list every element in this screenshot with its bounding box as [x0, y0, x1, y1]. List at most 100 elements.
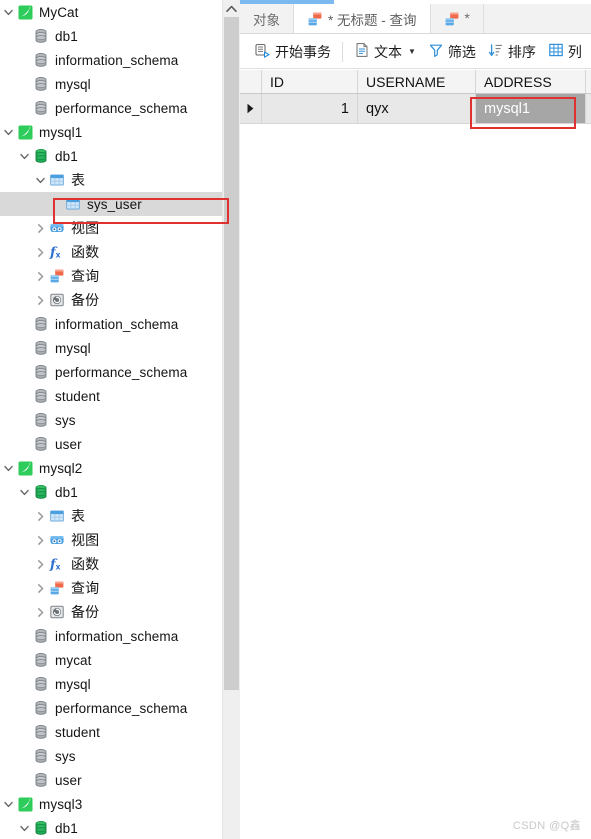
tree-item-mysql1[interactable]: mysql1 — [0, 120, 222, 144]
sort-button[interactable]: 排序 — [482, 39, 542, 65]
tab-query-2[interactable]: * — [430, 4, 484, 33]
chevron-right-icon[interactable] — [32, 240, 48, 264]
tree-item--[interactable]: 查询 — [0, 264, 222, 288]
columns-label: 列 — [567, 43, 582, 60]
chevron-right-icon[interactable] — [32, 504, 48, 528]
chevron-right-icon[interactable] — [32, 264, 48, 288]
result-toolbar[interactable]: 开始事务 文本 ▼ 筛选 排序 列 — [240, 35, 591, 69]
chevron-down-icon[interactable] — [16, 480, 32, 504]
database-icon — [32, 435, 50, 453]
tab-strip[interactable]: 对象 * 无标题 - 查询 * — [240, 4, 591, 34]
chevron-right-icon[interactable] — [32, 216, 48, 240]
tree-item-mycat[interactable]: mycat — [0, 648, 222, 672]
grid-cell-username[interactable]: qyx — [358, 94, 476, 123]
tree-item--[interactable]: 视图 — [0, 216, 222, 240]
chevron-right-icon[interactable] — [32, 528, 48, 552]
tree-item--[interactable]: f x 函数 — [0, 552, 222, 576]
object-tree-panel[interactable]: MyCat db1 information_schema mysql performan… — [0, 0, 222, 839]
tree-item--[interactable]: 表 — [0, 504, 222, 528]
tree-item--[interactable]: 备份 — [0, 600, 222, 624]
tree-item-label: 备份 — [71, 292, 100, 308]
tree-no-twisty — [16, 696, 32, 720]
tree-item-sys[interactable]: sys — [0, 408, 222, 432]
tree-item-information_schema[interactable]: information_schema — [0, 312, 222, 336]
grid-cell-address[interactable]: mysql1 — [476, 94, 586, 123]
database-icon — [32, 747, 50, 765]
tree-item-performance_schema[interactable]: performance_schema — [0, 96, 222, 120]
chevron-down-icon[interactable] — [0, 0, 16, 24]
row-marker-icon — [240, 94, 262, 123]
tree-item-label: mysql1 — [39, 124, 83, 140]
tree-item-student[interactable]: student — [0, 720, 222, 744]
tree-item-student[interactable]: student — [0, 384, 222, 408]
chevron-down-icon[interactable]: ▼ — [408, 47, 416, 56]
tree-item--[interactable]: 查询 — [0, 576, 222, 600]
chevron-down-icon[interactable] — [16, 816, 32, 839]
result-grid[interactable]: ID USERNAME ADDRESS 1 qyx mysql1 — [240, 70, 591, 839]
tree-item--[interactable]: f x 函数 — [0, 240, 222, 264]
tree-item-label: 备份 — [71, 604, 100, 620]
tree-vertical-scrollbar[interactable] — [222, 0, 240, 839]
chevron-right-icon[interactable] — [32, 576, 48, 600]
chevron-right-icon[interactable] — [32, 288, 48, 312]
tree-item-mysql[interactable]: mysql — [0, 672, 222, 696]
tree-item-user[interactable]: user — [0, 432, 222, 456]
tree-no-twisty — [16, 96, 32, 120]
chevron-down-icon[interactable] — [0, 120, 16, 144]
tree-item-db1[interactable]: db1 — [0, 24, 222, 48]
tree-item-performance_schema[interactable]: performance_schema — [0, 696, 222, 720]
scrollbar-thumb[interactable] — [224, 17, 239, 690]
begin-transaction-button[interactable]: 开始事务 — [248, 39, 337, 65]
scroll-up-icon[interactable] — [223, 0, 240, 17]
filter-button[interactable]: 筛选 — [422, 39, 482, 65]
chevron-down-icon[interactable] — [32, 168, 48, 192]
tree-no-twisty — [16, 360, 32, 384]
tree-item-db1[interactable]: db1 — [0, 480, 222, 504]
tree-item-db1[interactable]: db1 — [0, 144, 222, 168]
table-row[interactable]: 1 qyx mysql1 — [240, 94, 591, 124]
tree-item-performance_schema[interactable]: performance_schema — [0, 360, 222, 384]
grid-column-header[interactable]: USERNAME — [358, 70, 476, 93]
tree-item-user[interactable]: user — [0, 768, 222, 792]
columns-button[interactable]: 列 — [542, 39, 588, 65]
chevron-down-icon[interactable] — [0, 792, 16, 816]
tree-item-db1[interactable]: db1 — [0, 816, 222, 839]
tree-item--[interactable]: 表 — [0, 168, 222, 192]
tree-item-information_schema[interactable]: information_schema — [0, 48, 222, 72]
tree-item--[interactable]: 备份 — [0, 288, 222, 312]
tree-item-label: 函数 — [71, 244, 100, 260]
tree-item-sys[interactable]: sys — [0, 744, 222, 768]
text-button[interactable]: 文本 ▼ — [348, 39, 422, 65]
grid-cell-id[interactable]: 1 — [262, 94, 358, 123]
tab-objects[interactable]: 对象 — [240, 4, 294, 33]
grid-column-header[interactable]: ADDRESS — [476, 70, 586, 93]
tree-item-mysql[interactable]: mysql — [0, 72, 222, 96]
tree-no-twisty — [16, 648, 32, 672]
tree-item-label: mysql3 — [39, 796, 83, 812]
tree-no-twisty — [16, 432, 32, 456]
tree-item-mysql3[interactable]: mysql3 — [0, 792, 222, 816]
tab-query-1[interactable]: * 无标题 - 查询 — [294, 4, 431, 33]
tree-item--[interactable]: 视图 — [0, 528, 222, 552]
tree-item-label: MyCat — [39, 4, 79, 20]
tree-item-mysql[interactable]: mysql — [0, 336, 222, 360]
grid-column-header[interactable]: ID — [262, 70, 358, 93]
tree-item-information_schema[interactable]: information_schema — [0, 624, 222, 648]
chevron-right-icon[interactable] — [32, 552, 48, 576]
tree-no-twisty — [16, 384, 32, 408]
tree-item-mycat[interactable]: MyCat — [0, 0, 222, 24]
chevron-down-icon[interactable] — [16, 144, 32, 168]
chevron-right-icon[interactable] — [32, 600, 48, 624]
chevron-down-icon[interactable] — [0, 456, 16, 480]
tree-item-sys_user[interactable]: sys_user — [0, 192, 222, 216]
tree-item-mysql2[interactable]: mysql2 — [0, 456, 222, 480]
